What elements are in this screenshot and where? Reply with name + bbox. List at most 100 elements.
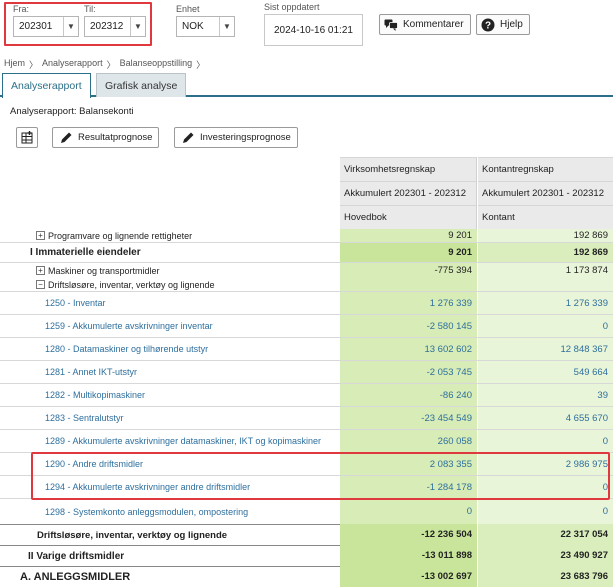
row-value-kontant[interactable]: 0	[478, 315, 613, 337]
account-link[interactable]: 1250 - Inventar	[0, 292, 340, 314]
table-add-icon	[21, 130, 33, 143]
row-value-kontant: 22 317 054	[478, 524, 613, 545]
row-value-kontant: 192 869	[478, 229, 613, 242]
breadcrumb-item-analyserapport[interactable]: Analyserapport	[42, 58, 103, 71]
row-value-hovedbok: -13 011 898	[340, 545, 477, 566]
account-link[interactable]: 1294 - Akkumulerte avskrivninger andre d…	[0, 476, 340, 498]
account-link[interactable]: 1281 - Annet IKT-utstyr	[0, 361, 340, 383]
collapse-tree-icon[interactable]: −	[36, 280, 45, 289]
unit-label: Enhet	[176, 4, 200, 14]
row-value-hovedbok: -775 394	[340, 263, 477, 278]
row-label: Driftsløsøre, inventar, verktøy og ligne…	[0, 524, 340, 545]
tab-analyserapport[interactable]: Analyserapport	[2, 73, 91, 98]
chevron-down-icon[interactable]: ▼	[130, 17, 145, 36]
to-period-value: 202312	[90, 21, 124, 32]
account-link[interactable]: 1290 - Andre driftsmidler	[0, 453, 340, 475]
row-value-kontant[interactable]: 549 664	[478, 361, 613, 383]
column-b-subheader: Kontant	[478, 205, 613, 229]
table-row: 1250 - Inventar 1 276 339 1 276 339	[0, 292, 613, 315]
from-period-value: 202301	[19, 21, 53, 32]
pencil-icon	[61, 132, 72, 143]
chevron-down-icon[interactable]: ▼	[219, 17, 234, 36]
comments-label: Kommentarer	[403, 19, 464, 30]
row-value-hovedbok[interactable]: 13 602 602	[340, 338, 477, 360]
row-value-hovedbok[interactable]: -2 053 745	[340, 361, 477, 383]
unit-group: Enhet NOK ▼	[176, 4, 235, 37]
last-updated-value: 2024-10-16 01:21	[264, 14, 363, 46]
result-forecast-button[interactable]: Resultatprognose	[52, 127, 160, 148]
row-value-kontant: 23 490 927	[478, 545, 613, 566]
table-row: 1294 - Akkumulerte avskrivninger andre d…	[0, 476, 613, 499]
add-column-button[interactable]	[16, 127, 38, 148]
breadcrumb-separator: 〉	[106, 60, 116, 70]
svg-text:?: ?	[485, 20, 491, 31]
row-value-kontant[interactable]: 12 848 367	[478, 338, 613, 360]
column-a-period: Akkumulert 202301 - 202312	[340, 181, 477, 205]
table-row: 1289 - Akkumulerte avskrivninger datamas…	[0, 430, 613, 453]
result-forecast-label: Resultatprognose	[78, 132, 153, 143]
comments-button[interactable]: Kommentarer	[379, 14, 471, 35]
column-a-title: Virksomhetsregnskap	[340, 157, 477, 181]
row-value-hovedbok: 9 201	[340, 243, 477, 262]
row-value-kontant[interactable]: 0	[478, 499, 613, 524]
from-period-select[interactable]: 202301 ▼	[13, 16, 79, 37]
expand-tree-icon[interactable]: +	[36, 231, 45, 240]
last-updated-group: Sist oppdatert 2024-10-16 01:21	[264, 2, 363, 46]
tab-grafisk-analyse[interactable]: Grafisk analyse	[96, 73, 187, 97]
row-value-kontant[interactable]: 39	[478, 384, 613, 406]
row-label[interactable]: Driftsløsøre, inventar, verktøy og ligne…	[48, 280, 215, 290]
unit-select[interactable]: NOK ▼	[176, 16, 235, 37]
account-link[interactable]: 1259 - Akkumulerte avskrivninger inventa…	[0, 315, 340, 337]
unit-value: NOK	[182, 21, 204, 32]
row-value-hovedbok[interactable]: 2 083 355	[340, 453, 477, 475]
table-row: 1290 - Andre driftsmidler 2 083 355 2 98…	[0, 453, 613, 476]
row-value-kontant[interactable]: 0	[478, 430, 613, 452]
account-link[interactable]: 1283 - Sentralutstyr	[0, 407, 340, 429]
row-label[interactable]: Maskiner og transportmidler	[48, 266, 160, 276]
breadcrumb-separator: 〉	[29, 60, 39, 70]
row-value-kontant: 1 173 874	[478, 263, 613, 278]
investment-forecast-button[interactable]: Investeringsprognose	[174, 127, 298, 148]
table-row: + Maskiner og transportmidler -775 394 1…	[0, 263, 613, 278]
last-updated-label: Sist oppdatert	[264, 2, 320, 12]
chevron-down-icon[interactable]: ▼	[63, 17, 78, 36]
row-value-hovedbok[interactable]: -86 240	[340, 384, 477, 406]
account-link[interactable]: 1282 - Multikopimaskiner	[0, 384, 340, 406]
row-value-kontant[interactable]: 2 986 975	[478, 453, 613, 475]
help-icon: ?	[481, 18, 495, 31]
account-link[interactable]: 1280 - Datamaskiner og tilhørende utstyr	[0, 338, 340, 360]
row-label: I Immaterielle eiendeler	[30, 247, 141, 258]
table-row: A. ANLEGGSMIDLER -13 002 697 23 683 796	[0, 566, 613, 587]
breadcrumb-item-home[interactable]: Hjem	[4, 58, 25, 71]
table-row: Driftsløsøre, inventar, verktøy og ligne…	[0, 524, 613, 545]
table-row: I Immaterielle eiendeler 9 201 192 869	[0, 243, 613, 263]
row-label[interactable]: Programvare og lignende rettigheter	[48, 231, 192, 241]
breadcrumb-item-balanseoppstilling[interactable]: Balanseoppstilling	[120, 58, 193, 71]
account-link[interactable]: 1298 - Systemkonto anleggsmodulen, ompos…	[0, 499, 340, 524]
row-value-hovedbok[interactable]: -2 580 145	[340, 315, 477, 337]
pencil-icon	[183, 132, 194, 143]
row-value-kontant[interactable]: 1 276 339	[478, 292, 613, 314]
row-value-hovedbok[interactable]: 260 058	[340, 430, 477, 452]
row-value-hovedbok[interactable]: 1 276 339	[340, 292, 477, 314]
table-row: 1281 - Annet IKT-utstyr -2 053 745 549 6…	[0, 361, 613, 384]
table-row: 1259 - Akkumulerte avskrivninger inventa…	[0, 315, 613, 338]
row-value-kontant[interactable]: 0	[478, 476, 613, 498]
row-value-kontant: 192 869	[478, 243, 613, 262]
expand-tree-icon[interactable]: +	[36, 266, 45, 275]
row-value-hovedbok[interactable]: -1 284 178	[340, 476, 477, 498]
investment-forecast-label: Investeringsprognose	[200, 132, 291, 143]
row-value-kontant[interactable]: 4 655 670	[478, 407, 613, 429]
account-link[interactable]: 1289 - Akkumulerte avskrivninger datamas…	[0, 430, 340, 452]
from-period-group: Fra: 202301 ▼	[13, 4, 79, 37]
table-row: + Programvare og lignende rettigheter 9 …	[0, 229, 613, 243]
row-value-hovedbok[interactable]: 0	[340, 499, 477, 524]
column-b-period: Akkumulert 202301 - 202312	[478, 181, 613, 205]
report-title: Analyserapport: Balansekonti	[10, 106, 134, 117]
help-button[interactable]: ? Hjelp	[476, 14, 530, 35]
to-period-select[interactable]: 202312 ▼	[84, 16, 146, 37]
filter-bar: Fra: 202301 ▼ Til: 202312 ▼ Enhet NOK ▼ …	[0, 0, 613, 56]
help-label: Hjelp	[500, 19, 523, 30]
row-value-hovedbok[interactable]: -23 454 549	[340, 407, 477, 429]
table-row: II Varige driftsmidler -13 011 898 23 49…	[0, 545, 613, 566]
